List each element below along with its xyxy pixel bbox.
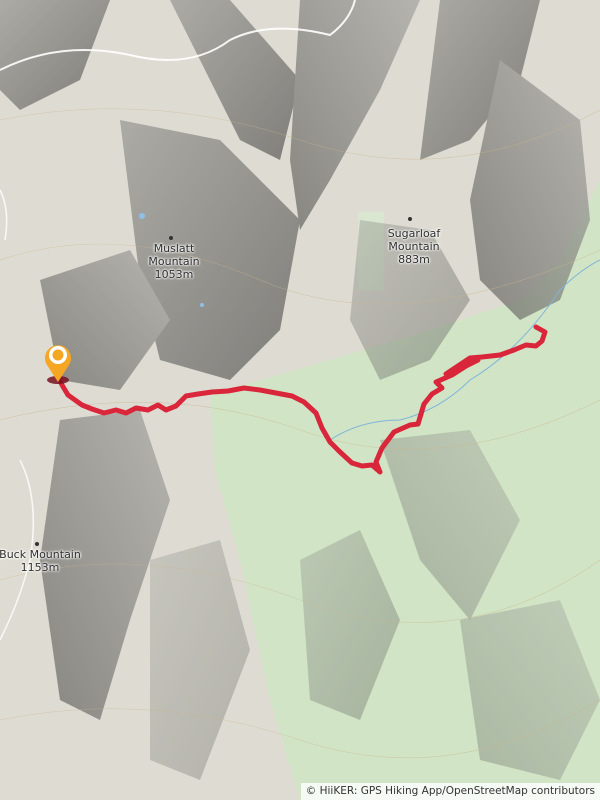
peak-elevation: 1153m [20, 561, 60, 574]
peak-elevation: 883m [398, 253, 430, 266]
peak-name: Buck Mountain [0, 548, 81, 561]
map-attribution: © HiiKER: GPS Hiking App/OpenStreetMap c… [300, 783, 600, 800]
peak-label-muslatt: Muslatt Mountain 1053m [148, 242, 199, 281]
map-canvas[interactable]: Muslatt Mountain 1053m Sugarloaf Mountai… [0, 0, 600, 800]
peak-name: Muslatt [153, 242, 195, 255]
peak-dot-sugarloaf [408, 217, 412, 221]
peak-name: Mountain [388, 240, 440, 253]
peak-dot-muslatt [169, 236, 173, 240]
terrain-layer [0, 0, 600, 800]
peak-label-buck: Buck Mountain 1153m [0, 548, 81, 574]
peak-label-sugarloaf: Sugarloaf Mountain 883m [388, 227, 441, 266]
pond [200, 303, 204, 307]
peak-elevation: 1053m [154, 268, 194, 281]
pond [139, 213, 145, 219]
peak-dot-buck [35, 542, 39, 546]
peak-name: Sugarloaf [387, 227, 441, 240]
start-marker-icon[interactable] [38, 338, 78, 386]
peak-name: Mountain [148, 255, 200, 268]
